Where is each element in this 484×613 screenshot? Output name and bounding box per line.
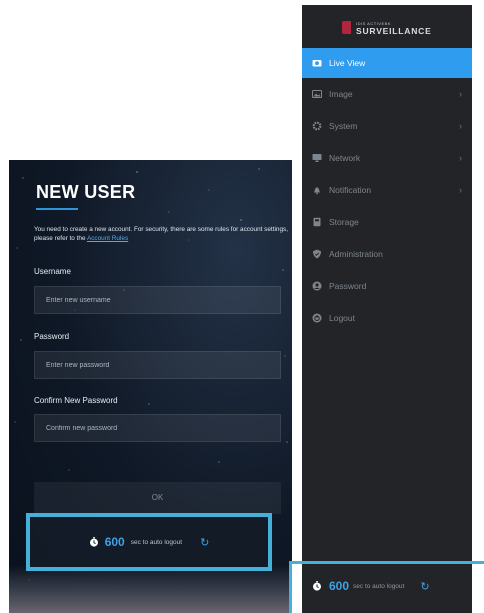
nav-item-label: Network [329,153,361,163]
monitor-icon [312,153,322,163]
user-icon [312,281,322,291]
sidebar-auto-logout-row: 600 sec to auto logout ↻ [302,571,472,601]
nav-menu: Live View Image › System › Network › Not… [302,48,472,334]
username-label: Username [34,267,71,276]
nav-item-label: Storage [329,217,359,227]
chevron-right-icon: › [459,185,462,195]
nav-item-label: Logout [329,313,355,323]
nav-item-logout[interactable]: Logout [302,302,472,334]
refresh-icon[interactable]: ↻ [420,580,429,593]
account-rules-link[interactable]: Account Rules [87,235,128,242]
shield-icon [312,249,322,259]
auto-logout-seconds: 600 [329,579,350,593]
camera-icon [312,58,322,68]
new-user-panel: NEW USER You need to create a new accoun… [9,160,292,613]
account-description: You need to create a new account. For se… [34,225,288,243]
nav-item-label: Image [329,89,353,99]
nav-item-network[interactable]: Network › [302,142,472,174]
nav-item-live-view[interactable]: Live View [302,48,472,78]
navigation-sidebar: IDIS ACTIVEBK SURVEILLANCE Live View Ima… [302,5,472,613]
nav-item-label: Administration [329,249,383,259]
nav-item-administration[interactable]: Administration [302,238,472,270]
nav-item-notification[interactable]: Notification › [302,174,472,206]
horizon-landscape [9,565,292,613]
callout-line-horizontal [289,561,484,564]
chevron-right-icon: › [459,153,462,163]
nav-item-password[interactable]: Password [302,270,472,302]
auto-logout-highlight: 600 sec to auto logout ↻ [26,513,272,571]
confirm-password-input[interactable] [34,414,281,442]
title-underline [36,208,78,210]
password-label: Password [34,332,70,341]
nav-item-label: Password [329,281,367,291]
ok-button[interactable]: OK [34,482,281,514]
confirm-password-label: Confirm New Password [34,396,118,405]
brand-header: IDIS ACTIVEBK SURVEILLANCE [302,5,472,49]
gear-icon [312,121,322,131]
brand-name: SURVEILLANCE [356,26,432,36]
storage-icon [312,217,322,227]
description-text: You need to create a new account. For se… [34,226,288,242]
nav-item-image[interactable]: Image › [302,78,472,110]
callout-line-vertical [289,561,292,613]
auto-logout-text: sec to auto logout [130,538,183,546]
username-input[interactable] [34,286,281,314]
refresh-icon[interactable]: ↻ [200,536,209,549]
bell-icon [312,185,322,195]
brand-logo-icon [342,21,351,34]
auto-logout-text: sec to auto logout [353,582,405,590]
chevron-right-icon: › [459,121,462,131]
auto-logout-row: 600 sec to auto logout ↻ [30,517,268,567]
nav-item-label: Notification [329,185,372,195]
auto-logout-seconds: 600 [104,535,125,549]
password-input[interactable] [34,351,281,379]
nav-item-label: System [329,121,358,131]
nav-item-label: Live View [329,58,366,68]
power-icon [312,313,322,323]
image-icon [312,89,322,99]
nav-item-storage[interactable]: Storage [302,206,472,238]
nav-item-system[interactable]: System › [302,110,472,142]
stopwatch-icon [313,581,321,591]
chevron-right-icon: › [459,89,462,99]
stopwatch-icon [89,537,98,547]
page-title: NEW USER [36,182,136,202]
